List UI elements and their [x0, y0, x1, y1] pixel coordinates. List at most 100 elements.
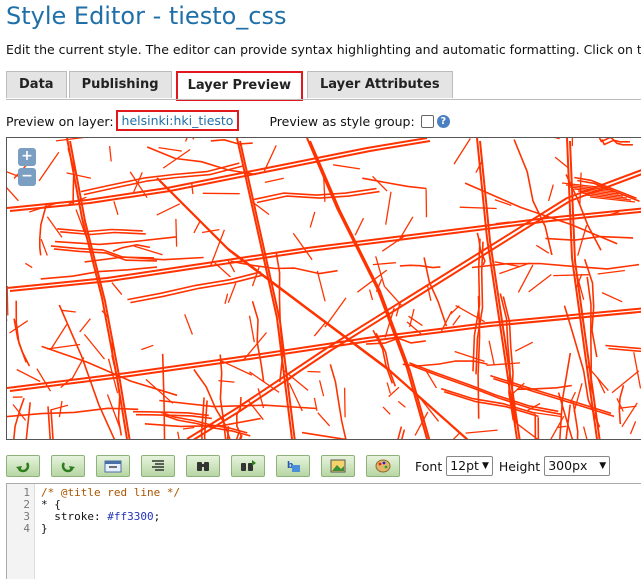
road-line — [487, 363, 520, 365]
road-line — [536, 245, 549, 253]
road-line — [538, 138, 560, 139]
style-group-checkbox[interactable] — [421, 115, 434, 128]
road-line — [141, 345, 153, 349]
road-line — [16, 301, 26, 363]
road-line — [17, 370, 40, 382]
zoom-in-button[interactable]: + — [18, 148, 36, 166]
height-select[interactable]: 300px ▼ — [544, 456, 610, 476]
road-line — [47, 217, 62, 238]
road-line — [52, 324, 67, 348]
tab-underline — [6, 99, 641, 100]
road-line — [320, 380, 324, 396]
help-icon[interactable]: ? — [437, 115, 450, 128]
css-property: stroke: — [41, 510, 107, 523]
road-line — [7, 286, 8, 316]
find-button[interactable] — [186, 455, 220, 477]
zoom-out-button[interactable]: − — [18, 168, 36, 186]
undo-icon — [14, 459, 32, 473]
road-line — [612, 371, 639, 393]
road-line — [113, 245, 150, 251]
tab-layer-attributes[interactable]: Layer Attributes — [307, 71, 453, 98]
road-line — [345, 388, 346, 418]
line-number: 4 — [23, 522, 30, 535]
go-to-line-button[interactable] — [96, 455, 130, 477]
auto-format-button[interactable] — [141, 455, 175, 477]
road-line — [355, 218, 363, 235]
road-line — [400, 265, 441, 267]
road-line — [550, 416, 564, 439]
road-line — [480, 141, 520, 439]
road-network — [7, 138, 641, 439]
road-line — [112, 283, 122, 295]
road-line — [453, 315, 460, 325]
road-line — [159, 148, 182, 152]
road-line — [57, 229, 143, 232]
replace-button[interactable] — [231, 455, 265, 477]
road-line — [385, 287, 402, 307]
tab-data[interactable]: Data — [6, 71, 67, 98]
code-line-comment: /* @title red line */ — [41, 486, 180, 499]
road-line — [62, 310, 76, 312]
road-line — [472, 264, 639, 269]
road-line — [398, 401, 405, 407]
font-size-value: 12pt — [450, 457, 479, 475]
road-line — [574, 383, 582, 412]
road-line — [192, 182, 193, 194]
find-icon — [194, 459, 212, 473]
road-line — [553, 275, 589, 276]
color-picker-icon: b — [284, 459, 302, 473]
road-line — [584, 427, 592, 439]
road-line — [383, 407, 390, 414]
style-group-label: Preview as style group: — [269, 114, 414, 129]
road-line — [598, 271, 625, 275]
road-line — [183, 428, 194, 430]
road-line — [302, 433, 423, 439]
road-line — [163, 150, 190, 169]
go-to-line-icon — [104, 459, 122, 473]
road-line — [265, 178, 284, 182]
code-line-close: } — [41, 522, 48, 535]
road-line — [250, 316, 255, 342]
road-line — [317, 271, 325, 302]
road-line — [185, 314, 193, 334]
road-line — [48, 406, 61, 439]
road-line — [248, 400, 263, 420]
road-line — [387, 383, 390, 394]
road-line — [80, 319, 91, 332]
road-line — [67, 173, 91, 178]
tab-publishing[interactable]: Publishing — [69, 71, 172, 98]
image-icon — [329, 459, 347, 473]
road-line — [318, 413, 330, 426]
road-line — [130, 275, 263, 303]
road-line — [41, 239, 47, 255]
road-line — [39, 152, 59, 181]
tab-layer-preview[interactable]: Layer Preview — [176, 71, 303, 101]
css-value: #ff3300 — [107, 510, 153, 523]
page-title: Style Editor - tiesto_css — [6, 2, 287, 30]
road-line — [446, 433, 460, 439]
code-editor[interactable]: 1 2 3 4 /* @title red line */ * { stroke… — [6, 483, 641, 579]
road-line — [325, 298, 346, 327]
image-button[interactable] — [321, 455, 355, 477]
color-picker-button[interactable]: b — [276, 455, 310, 477]
road-line — [466, 430, 498, 433]
redo-button[interactable] — [51, 455, 85, 477]
road-line — [307, 138, 427, 439]
undo-button[interactable] — [6, 455, 40, 477]
css-semicolon: ; — [154, 510, 161, 523]
road-line — [60, 232, 146, 235]
road-line — [631, 421, 636, 434]
road-line — [333, 165, 360, 169]
font-size-select[interactable]: 12pt ▼ — [446, 456, 493, 476]
road-line — [228, 283, 236, 303]
road-line — [257, 192, 380, 203]
line-gutter: 1 2 3 4 — [7, 484, 35, 579]
palette-icon — [374, 459, 392, 473]
road-line — [602, 293, 622, 302]
map-preview[interactable]: + − — [6, 137, 641, 440]
road-line — [194, 220, 201, 233]
preview-layer-link[interactable]: helsinki:hki_tiesto — [116, 110, 240, 131]
road-line — [379, 427, 401, 439]
palette-button[interactable] — [366, 455, 400, 477]
preview-options: Preview on layer: helsinki:hki_tiesto Pr… — [6, 113, 450, 129]
